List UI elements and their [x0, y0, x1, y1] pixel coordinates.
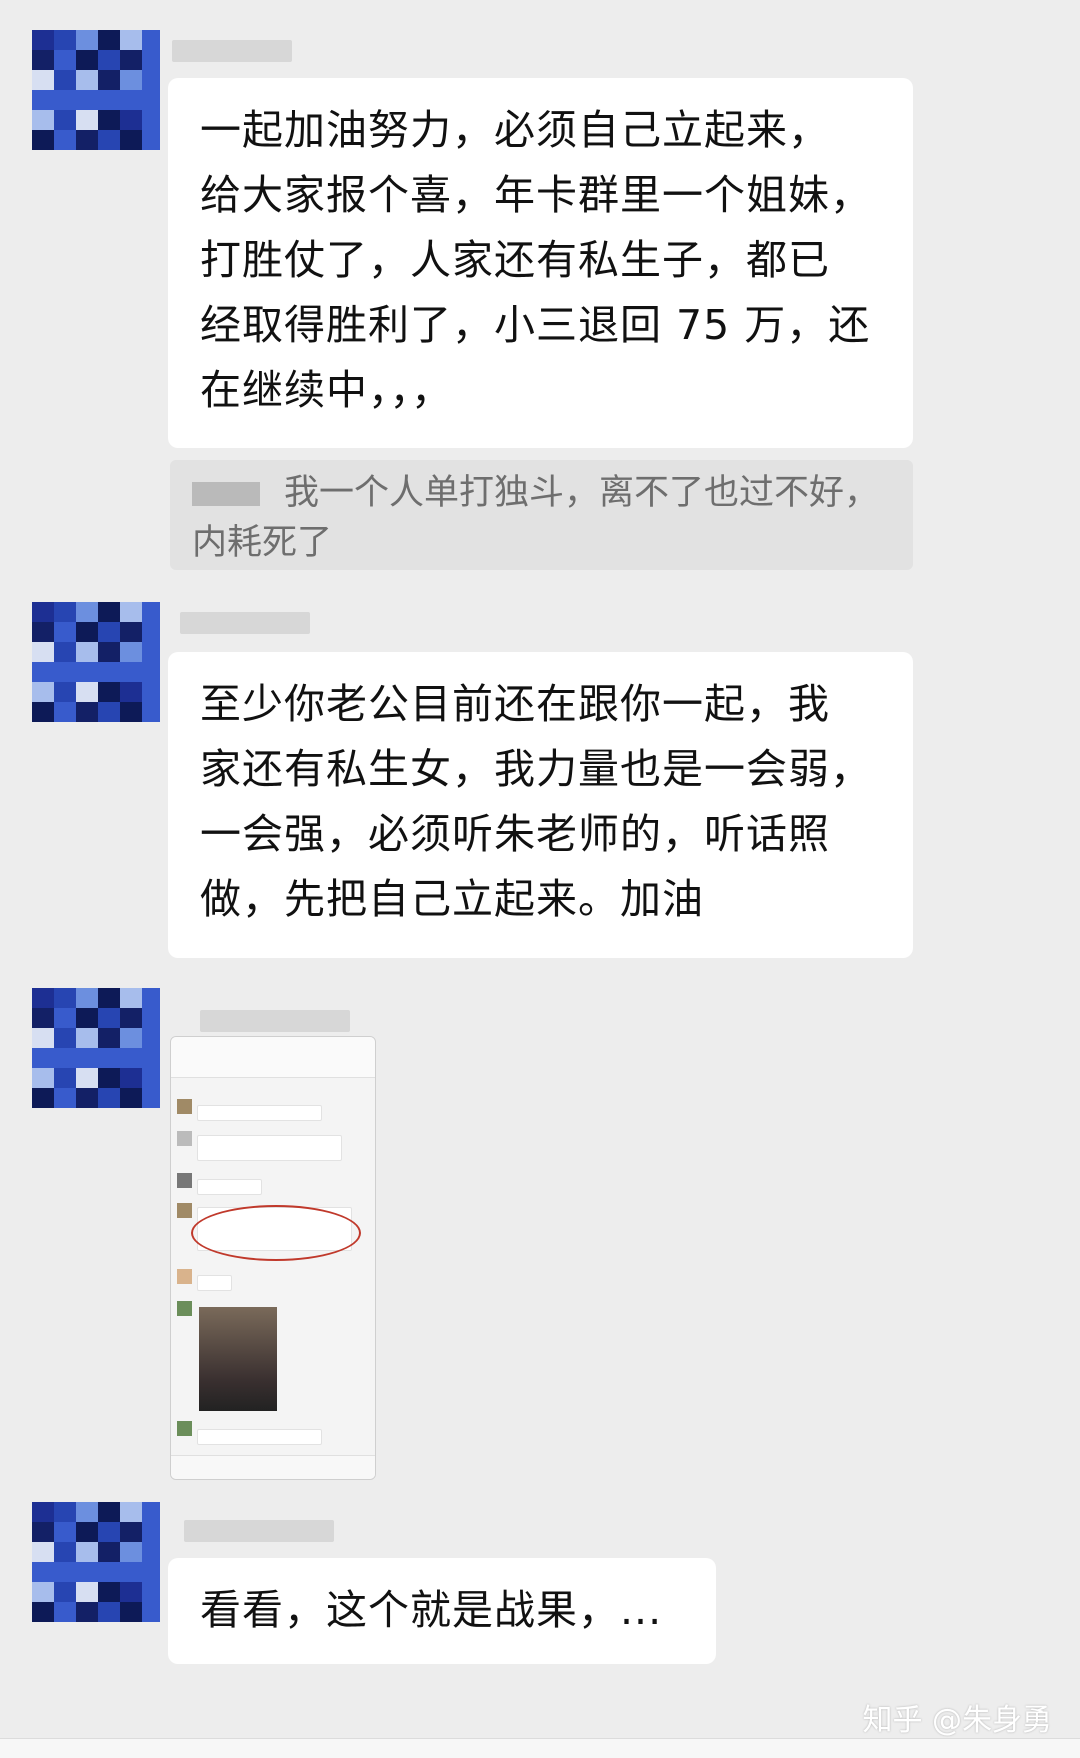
screenshot-image[interactable]: [170, 1036, 376, 1480]
message-line: 一起加油努力，必须自己立起来，: [200, 106, 830, 154]
message-line: 至少你老公目前还在跟你一起，我: [200, 680, 830, 728]
message-line: 一会强，必须听朱老师的，听话照: [200, 810, 830, 858]
message-bubble[interactable]: 至少你老公目前还在跟你一起，我 家还有私生女，我力量也是一会弱， 一会强，必须听…: [168, 652, 913, 958]
avatar[interactable]: [32, 602, 160, 722]
message-line: 经取得胜利了，小三退回 75 万，还: [200, 301, 871, 349]
quoted-text: 我一个人单打独斗，离不了也过不好，内耗死了: [192, 473, 880, 563]
message-line: 做，先把自己立起来。加油: [200, 875, 704, 923]
screenshot-header: [171, 1037, 375, 1078]
video-thumbnail: [199, 1307, 277, 1411]
message-bubble[interactable]: 看看，这个就是战果，...: [168, 1558, 716, 1664]
message-line: 看看，这个就是战果，...: [200, 1586, 663, 1634]
bottom-input-bar: [0, 1738, 1080, 1758]
message-line: 打胜仗了，人家还有私生子，都已: [200, 236, 830, 284]
sender-name: [200, 1010, 350, 1032]
input-bar: [171, 1455, 375, 1479]
message-bubble[interactable]: 一起加油努力，必须自己立起来， 给大家报个喜，年卡群里一个姐妹， 打胜仗了，人家…: [168, 78, 913, 448]
avatar[interactable]: [32, 30, 160, 150]
avatar[interactable]: [32, 1502, 160, 1622]
watermark: 知乎 @朱身勇: [862, 1703, 1052, 1738]
message-line: 给大家报个喜，年卡群里一个姐妹，: [200, 171, 872, 219]
sender-name: [172, 40, 292, 62]
avatar[interactable]: [32, 988, 160, 1108]
sender-name: [184, 1520, 334, 1542]
red-circle-highlight: [191, 1205, 361, 1261]
message-line: 家还有私生女，我力量也是一会弱，: [200, 745, 872, 793]
quoted-message[interactable]: 我一个人单打独斗，离不了也过不好，内耗死了: [170, 460, 913, 570]
sender-name: [180, 612, 310, 634]
quoted-sender: [192, 482, 260, 506]
message-line: 在继续中，，，: [200, 366, 453, 414]
